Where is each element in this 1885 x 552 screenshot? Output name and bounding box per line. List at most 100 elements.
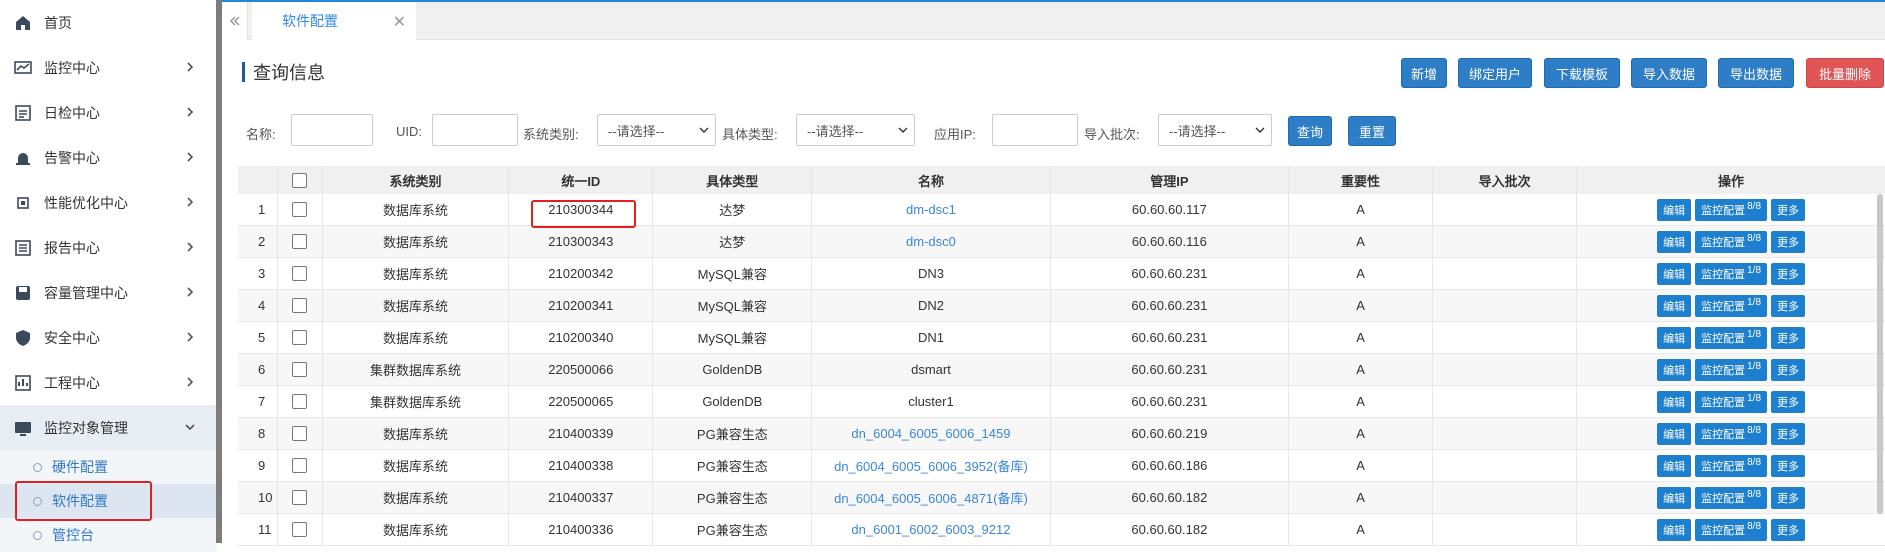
edit-button[interactable]: 编辑: [1657, 327, 1691, 349]
header-importance[interactable]: 重要性: [1289, 166, 1433, 194]
row-name[interactable]: dn_6004_6005_6006_1459: [812, 418, 1050, 449]
uid-input[interactable]: [432, 114, 518, 146]
import-data-button[interactable]: 导入数据: [1631, 58, 1707, 88]
tab-software-config[interactable]: 软件配置 ✕: [252, 2, 416, 40]
monitor-config-button[interactable]: 监控配置1/8: [1695, 295, 1767, 317]
monitor-config-button[interactable]: 监控配置1/8: [1695, 391, 1767, 413]
more-button[interactable]: 更多: [1771, 295, 1805, 317]
ip-input[interactable]: [992, 114, 1078, 146]
select-all-checkbox[interactable]: [292, 173, 307, 188]
reset-button[interactable]: 重置: [1348, 116, 1396, 146]
row-operations: 编辑 监控配置8/8 更多: [1577, 226, 1885, 257]
edit-button[interactable]: 编辑: [1657, 359, 1691, 381]
sidebar-item-0[interactable]: 首页: [0, 0, 217, 45]
row-importance: A: [1289, 226, 1433, 257]
type-select-value: --请选择--: [807, 121, 863, 140]
edit-button[interactable]: 编辑: [1657, 199, 1691, 221]
edit-button[interactable]: 编辑: [1657, 487, 1691, 509]
bind-user-button[interactable]: 绑定用户: [1458, 58, 1532, 88]
content-scrollbar[interactable]: [1877, 194, 1883, 514]
edit-button[interactable]: 编辑: [1657, 231, 1691, 253]
more-button[interactable]: 更多: [1771, 359, 1805, 381]
more-button[interactable]: 更多: [1771, 423, 1805, 445]
type-select[interactable]: --请选择--: [796, 114, 915, 146]
batch-delete-button[interactable]: 批量删除: [1806, 58, 1884, 88]
edit-button[interactable]: 编辑: [1657, 295, 1691, 317]
batch-select[interactable]: --请选择--: [1158, 114, 1272, 146]
add-button[interactable]: 新增: [1401, 58, 1447, 88]
monitor-config-button[interactable]: 监控配置8/8: [1695, 487, 1767, 509]
sidebar-subitem-2[interactable]: 管控台: [0, 518, 217, 552]
monitor-config-button[interactable]: 监控配置1/8: [1695, 263, 1767, 285]
sidebar-item-2[interactable]: 日检中心: [0, 90, 217, 135]
more-button[interactable]: 更多: [1771, 327, 1805, 349]
row-name[interactable]: dm-dsc0: [812, 226, 1050, 257]
row-checkbox[interactable]: [292, 266, 307, 281]
header-category[interactable]: 系统类别: [323, 166, 510, 194]
sidebar-item-7[interactable]: 安全中心: [0, 315, 217, 360]
row-checkbox[interactable]: [292, 234, 307, 249]
sidebar-item-9[interactable]: 监控对象管理: [0, 405, 217, 450]
row-name[interactable]: dn_6004_6005_6006_4871(备库): [812, 482, 1050, 513]
monitor-config-button[interactable]: 监控配置1/8: [1695, 327, 1767, 349]
sidebar-item-1[interactable]: 监控中心: [0, 45, 217, 90]
sidebar-item-label: 安全中心: [44, 328, 100, 348]
more-button[interactable]: 更多: [1771, 519, 1805, 541]
export-data-button[interactable]: 导出数据: [1718, 58, 1794, 88]
edit-button[interactable]: 编辑: [1657, 455, 1691, 477]
object-manage-icon: [14, 419, 32, 437]
row-uid: 210200340: [509, 322, 653, 353]
sidebar-item-3[interactable]: 告警中心: [0, 135, 217, 180]
monitor-config-button[interactable]: 监控配置8/8: [1695, 455, 1767, 477]
row-name[interactable]: dn_6004_6005_6006_3952(备库): [812, 450, 1050, 481]
sidebar-item-8[interactable]: 工程中心: [0, 360, 217, 405]
row-importance: A: [1289, 194, 1433, 225]
more-button[interactable]: 更多: [1771, 263, 1805, 285]
row-name[interactable]: dm-dsc1: [812, 194, 1050, 225]
row-index: 7: [238, 386, 278, 417]
monitor-config-button[interactable]: 监控配置8/8: [1695, 199, 1767, 221]
header-batch[interactable]: 导入批次: [1433, 166, 1577, 194]
header-ip[interactable]: 管理IP: [1051, 166, 1289, 194]
row-checkbox[interactable]: [292, 298, 307, 313]
monitor-config-button[interactable]: 监控配置8/8: [1695, 423, 1767, 445]
more-button[interactable]: 更多: [1771, 487, 1805, 509]
row-checkbox[interactable]: [292, 202, 307, 217]
row-checkbox[interactable]: [292, 522, 307, 537]
download-template-button[interactable]: 下载模板: [1544, 58, 1620, 88]
query-button[interactable]: 查询: [1288, 116, 1332, 146]
row-checkbox[interactable]: [292, 426, 307, 441]
row-checkbox[interactable]: [292, 362, 307, 377]
edit-button[interactable]: 编辑: [1657, 391, 1691, 413]
more-button[interactable]: 更多: [1771, 199, 1805, 221]
name-input[interactable]: [291, 114, 373, 146]
sidebar-subitem-0[interactable]: 硬件配置: [0, 450, 217, 484]
row-checkbox[interactable]: [292, 330, 307, 345]
row-checkbox[interactable]: [292, 490, 307, 505]
category-select[interactable]: --请选择--: [597, 114, 716, 146]
more-button[interactable]: 更多: [1771, 391, 1805, 413]
more-button[interactable]: 更多: [1771, 231, 1805, 253]
monitor-config-button[interactable]: 监控配置8/8: [1695, 231, 1767, 253]
close-icon[interactable]: ✕: [393, 12, 406, 32]
edit-button[interactable]: 编辑: [1657, 423, 1691, 445]
monitor-config-button[interactable]: 监控配置8/8: [1695, 519, 1767, 541]
header-name[interactable]: 名称: [812, 166, 1050, 194]
edit-button[interactable]: 编辑: [1657, 519, 1691, 541]
header-type[interactable]: 具体类型: [653, 166, 812, 194]
edit-button[interactable]: 编辑: [1657, 263, 1691, 285]
data-table: 系统类别 统一ID 具体类型 名称 管理IP 重要性 导入批次 操作 1 数据库…: [238, 166, 1885, 546]
more-button[interactable]: 更多: [1771, 455, 1805, 477]
row-checkbox[interactable]: [292, 458, 307, 473]
monitor-config-button[interactable]: 监控配置1/8: [1695, 359, 1767, 381]
row-type: MySQL兼容: [653, 258, 812, 289]
table-row: 3 数据库系统 210200342 MySQL兼容 DN3 60.60.60.2…: [238, 258, 1885, 290]
sidebar-item-5[interactable]: 报告中心: [0, 225, 217, 270]
sidebar-item-label: 报告中心: [44, 238, 100, 258]
sidebar-item-6[interactable]: 容量管理中心: [0, 270, 217, 315]
header-uid[interactable]: 统一ID: [509, 166, 653, 194]
row-name[interactable]: dn_6001_6002_6003_9212: [812, 514, 1050, 545]
sidebar-item-4[interactable]: 性能优化中心: [0, 180, 217, 225]
row-checkbox[interactable]: [292, 394, 307, 409]
tab-scroll-left-button[interactable]: [222, 2, 248, 40]
